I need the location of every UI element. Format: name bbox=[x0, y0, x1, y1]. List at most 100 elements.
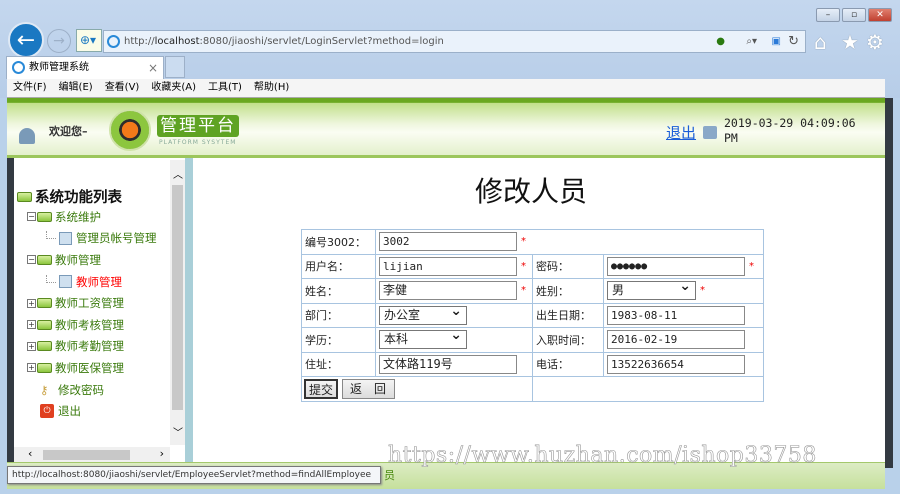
sidebar-item-label: 教师考核管理 bbox=[55, 317, 124, 332]
url-host: localhost bbox=[154, 36, 200, 47]
watermark: https://www.huzhan.com/ishop33758 bbox=[388, 443, 817, 469]
url-prefix: http:// bbox=[124, 36, 155, 47]
horizontal-scroll-thumb[interactable] bbox=[43, 450, 130, 460]
menu-help[interactable]: 帮助(H) bbox=[254, 82, 289, 93]
edu-label: 学历： bbox=[301, 327, 376, 353]
edu-value: 本科 bbox=[384, 332, 409, 347]
sidebar-item[interactable]: ⚷ 修改密码 bbox=[22, 379, 157, 401]
scroll-left-icon[interactable]: ‹ bbox=[28, 447, 32, 460]
forward-button[interactable]: → bbox=[47, 29, 71, 53]
sidebar-item[interactable]: ⏻ 退出 bbox=[22, 400, 157, 422]
address-bar[interactable]: http://localhost:8080/jiaoshi/servlet/Lo… bbox=[103, 30, 806, 53]
name-label: 姓名： bbox=[301, 278, 376, 304]
new-tab-button[interactable] bbox=[165, 56, 185, 78]
shield-icon[interactable]: ⊕▾ bbox=[76, 29, 102, 52]
key-icon: ⚷ bbox=[40, 382, 49, 397]
submit-button[interactable]: 提交 bbox=[304, 378, 339, 399]
expand-icon[interactable]: + bbox=[27, 320, 36, 330]
sidebar-item[interactable]: 管理员帐号管理 bbox=[22, 228, 157, 250]
url-rest: :8080/jiaoshi/servlet/LoginServlet?metho… bbox=[199, 36, 444, 47]
menu-tools[interactable]: 工具(T) bbox=[208, 82, 242, 93]
scroll-right-icon[interactable]: › bbox=[160, 447, 164, 460]
edit-employee-form: 编号3002： 3002 * 用户名： lijian * 密码： ●●●●●● * 姓… bbox=[301, 229, 764, 402]
name-input[interactable]: 李健 bbox=[379, 281, 517, 301]
menu-view[interactable]: 查看(V) bbox=[105, 82, 140, 93]
user-icon bbox=[19, 128, 35, 144]
tree-root-label: 系统功能列表 bbox=[35, 190, 122, 206]
sidebar-item-label: 管理员帐号管理 bbox=[76, 231, 157, 246]
compat-icon[interactable]: ● bbox=[716, 31, 725, 52]
folder-icon bbox=[37, 298, 52, 309]
required-mark: * bbox=[521, 260, 526, 272]
expand-icon[interactable]: + bbox=[27, 298, 36, 308]
folder-icon bbox=[37, 362, 52, 373]
edu-select[interactable]: 本科 bbox=[379, 327, 467, 350]
folder-icon bbox=[17, 191, 32, 202]
required-mark: * bbox=[700, 285, 705, 297]
sidebar-item[interactable]: 教师管理 bbox=[22, 271, 157, 293]
sidebar-item-label: 教师管理 bbox=[55, 252, 101, 267]
tab-close-icon[interactable]: × bbox=[148, 57, 158, 79]
tab-title: 教师管理系统 bbox=[29, 62, 89, 73]
clock-icon bbox=[703, 126, 717, 139]
sidebar-item[interactable]: + 教师工资管理 bbox=[22, 292, 157, 314]
brand-subtitle: PLATFORM SYSYTEM bbox=[159, 139, 237, 146]
required-mark: * bbox=[521, 236, 526, 248]
collapse-icon[interactable]: − bbox=[27, 212, 36, 222]
frame-divider[interactable] bbox=[185, 158, 193, 462]
sidebar: 系统功能列表 − 系统维护 管理员帐号管理 − 教师管理 教师管理 + 教师工资管理 + 教师考核… bbox=[7, 158, 185, 462]
folder-icon bbox=[37, 341, 52, 352]
dept-value: 办公室 bbox=[384, 307, 421, 322]
right-border bbox=[885, 98, 893, 468]
required-mark: * bbox=[749, 260, 754, 272]
menu-file[interactable]: 文件(F) bbox=[13, 82, 47, 93]
birth-input[interactable]: 1983-08-11 bbox=[607, 305, 745, 325]
id-input[interactable]: 3002 bbox=[379, 232, 517, 252]
collapse-icon[interactable]: − bbox=[27, 255, 36, 265]
expand-icon[interactable]: + bbox=[27, 341, 36, 351]
home-icon[interactable]: ⌂ bbox=[814, 30, 827, 54]
maximize-button[interactable]: ▫ bbox=[842, 8, 866, 22]
dept-select[interactable]: 办公室 bbox=[379, 303, 467, 325]
scroll-up-icon[interactable]: ︿ bbox=[173, 166, 183, 181]
brand-logo: 管理平台 bbox=[157, 115, 239, 137]
sidebar-item-label: 教师考勤管理 bbox=[55, 339, 124, 354]
phone-input[interactable]: 13522636654 bbox=[607, 354, 745, 374]
menu-favorites[interactable]: 收藏夹(A) bbox=[151, 82, 196, 93]
sidebar-item[interactable]: + 教师考核管理 bbox=[22, 314, 157, 336]
gear-icon[interactable]: ⚙ bbox=[866, 30, 884, 54]
password-input[interactable]: ●●●●●● bbox=[607, 256, 745, 276]
page-icon[interactable]: ▣ bbox=[772, 31, 781, 52]
menu-edit[interactable]: 编辑(E) bbox=[59, 82, 93, 93]
hire-label: 入职时间： bbox=[532, 327, 604, 353]
logout-link[interactable]: 退出 bbox=[666, 122, 696, 143]
sidebar-item[interactable]: + 教师医保管理 bbox=[22, 357, 157, 379]
expand-icon[interactable]: + bbox=[27, 363, 36, 373]
status-text: 员 bbox=[384, 469, 395, 482]
refresh-icon[interactable]: ↻ bbox=[788, 31, 799, 52]
search-icon[interactable]: ⌕▾ bbox=[746, 31, 757, 52]
sidebar-item-label: 教师医保管理 bbox=[55, 360, 124, 375]
sidebar-item[interactable]: − 教师管理 bbox=[22, 249, 157, 271]
star-icon[interactable]: ★ bbox=[841, 30, 859, 54]
scroll-down-icon[interactable]: ﹀ bbox=[173, 424, 183, 439]
gender-select[interactable]: 男 bbox=[607, 278, 696, 301]
datetime: 2019-03-29 04:09:06 PM bbox=[724, 116, 856, 145]
required-mark: * bbox=[521, 285, 526, 297]
sidebar-item[interactable]: − 系统维护 bbox=[22, 206, 157, 228]
back-button[interactable]: ← bbox=[8, 22, 44, 58]
function-tree: − 系统维护 管理员帐号管理 − 教师管理 教师管理 + 教师工资管理 + 教师考核管理 + 教师考勤… bbox=[22, 206, 157, 422]
sidebar-item[interactable]: + 教师考勤管理 bbox=[22, 336, 157, 358]
username-input[interactable]: lijian bbox=[379, 256, 517, 276]
vertical-scroll-thumb[interactable] bbox=[172, 185, 183, 410]
edit-icon bbox=[59, 275, 72, 289]
addr-input[interactable]: 文体路119号 bbox=[379, 354, 517, 374]
hire-input[interactable]: 2016-02-19 bbox=[607, 330, 745, 350]
close-window-button[interactable]: ✕ bbox=[868, 8, 892, 22]
page-title: 修改人员 bbox=[474, 175, 587, 208]
tab-teacher-system[interactable]: 教师管理系统 × bbox=[6, 56, 164, 79]
back-button-form[interactable]: 返 回 bbox=[341, 378, 395, 399]
welcome-text: 欢迎您– bbox=[49, 125, 88, 138]
sidebar-item-label: 教师工资管理 bbox=[55, 296, 124, 311]
minimize-button[interactable]: – bbox=[816, 8, 840, 22]
